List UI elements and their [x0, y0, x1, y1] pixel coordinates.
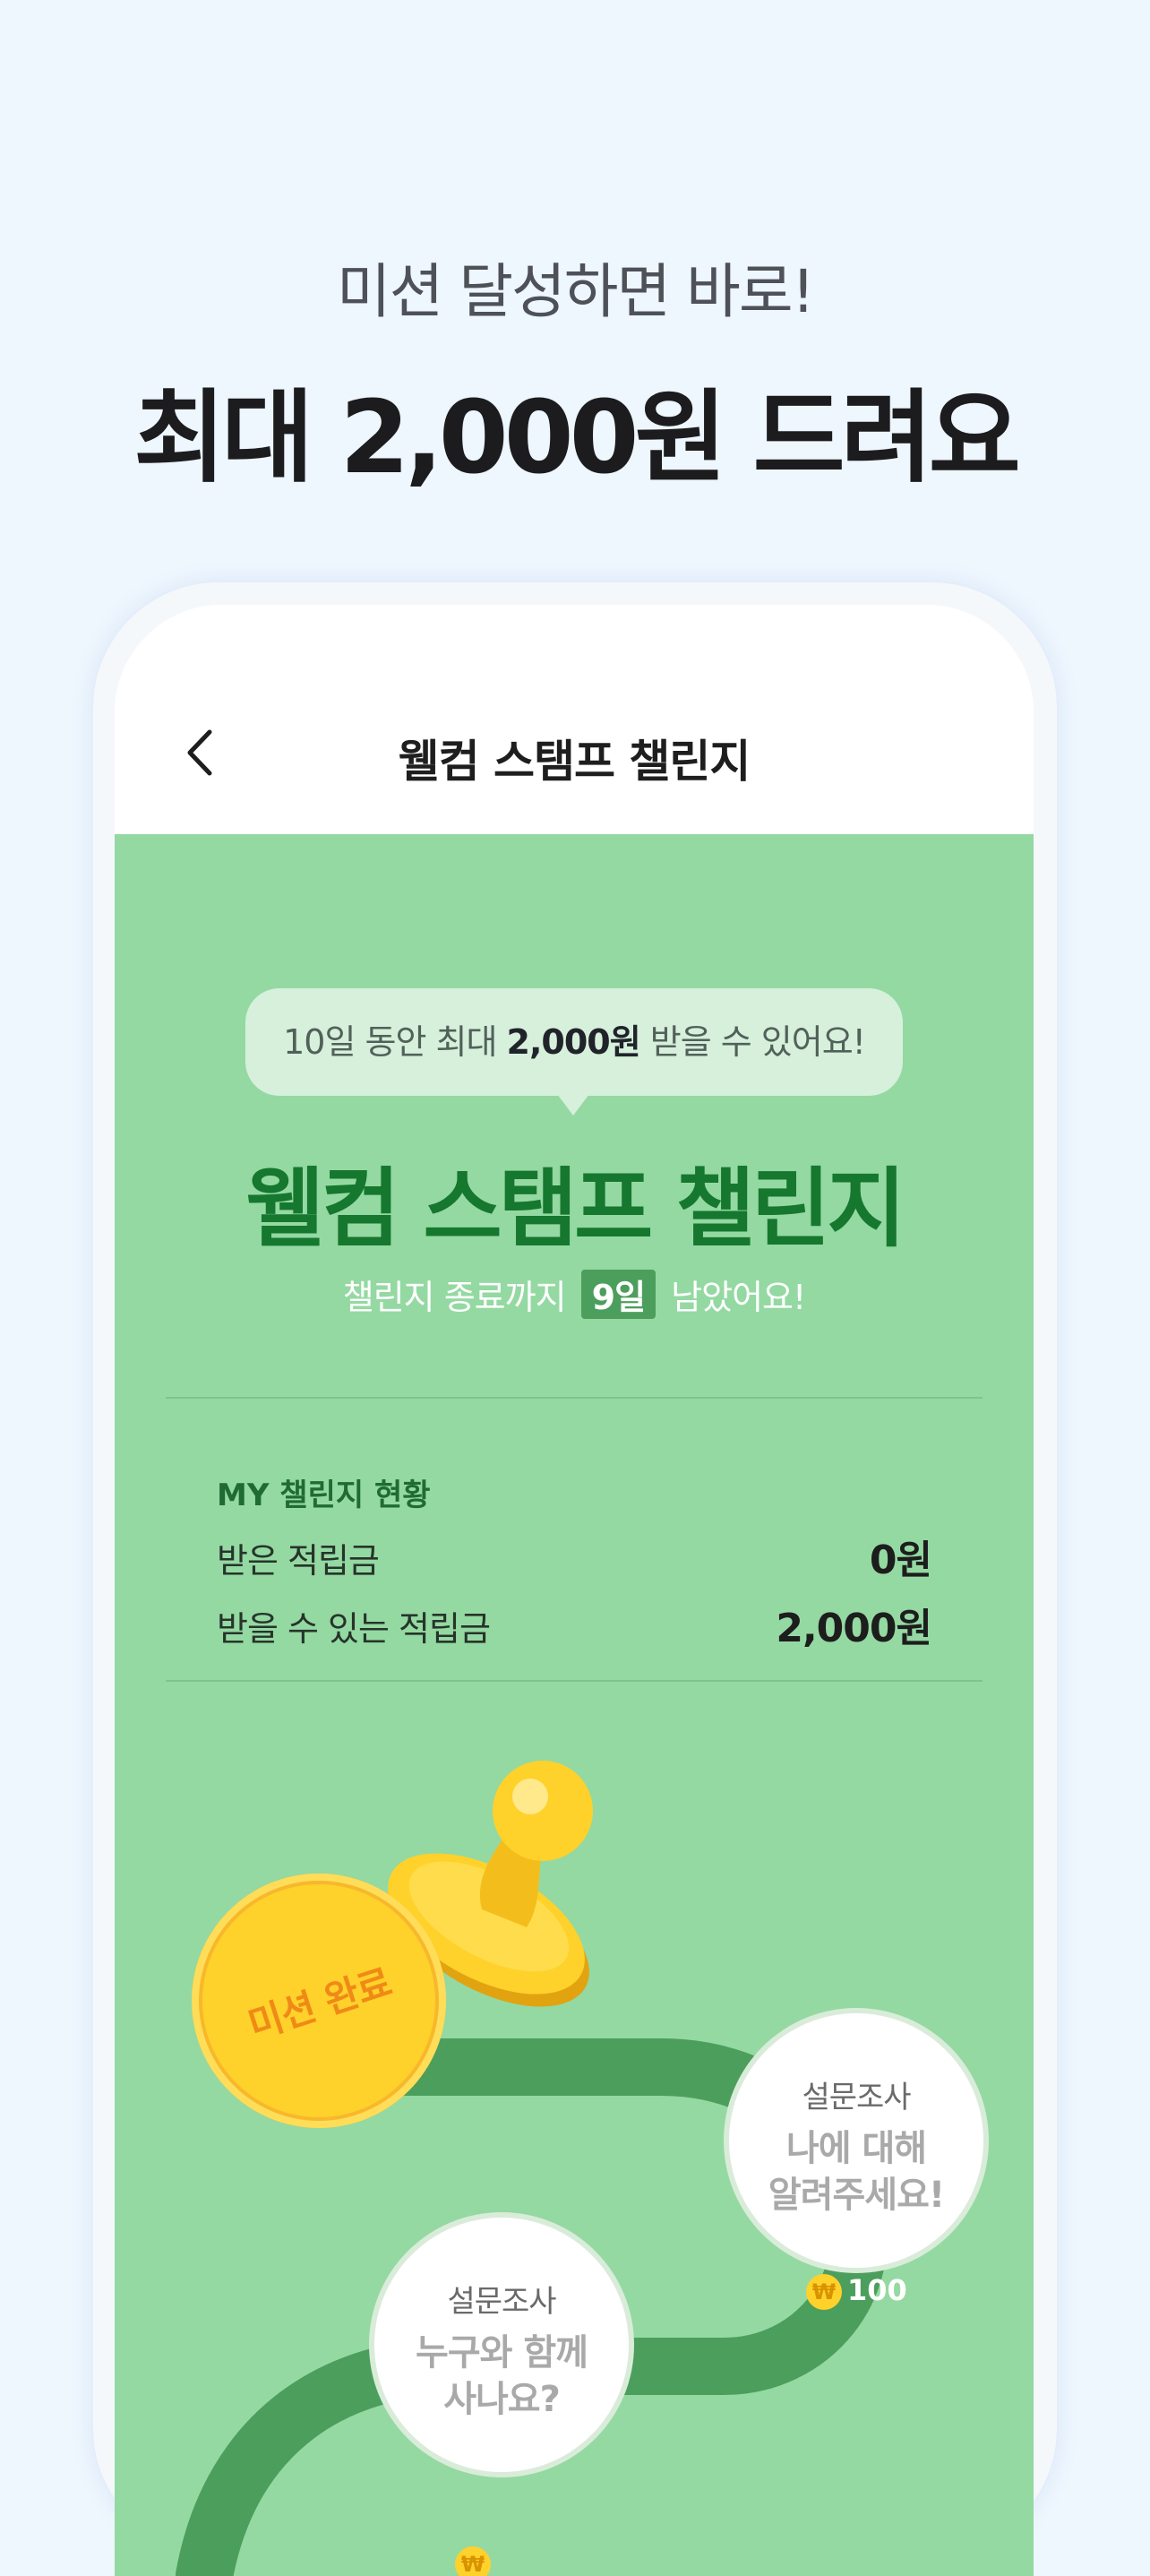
mission-reward-partial: ₩: [455, 2546, 496, 2576]
mission-complete-coin[interactable]: 미션 완료: [192, 1874, 446, 2128]
nav-bar: 웰컴 스탬프 챌린지: [115, 605, 1034, 834]
won-coin-icon: ₩: [806, 2274, 842, 2310]
won-coin-icon: ₩: [455, 2546, 491, 2576]
mission-reward-amount: 100: [847, 2273, 907, 2307]
mission-survey-household[interactable]: 설문조사 누구와 함께 사나요?: [374, 2218, 629, 2472]
phone-screen: 웰컴 스탬프 챌린지 10일 동안 최대 2,000원 받을 수 있어요! 웰컴…: [115, 605, 1034, 2576]
promo-title: 최대 2,000원 드려요: [133, 380, 1021, 496]
mission-category: 설문조사: [802, 2080, 911, 2115]
mission-reward: ₩100: [806, 2273, 907, 2310]
mission-title: 나에 대해 알려주세요!: [768, 2128, 945, 2216]
mission-survey-about-me[interactable]: 설문조사 나에 대해 알려주세요!: [729, 2013, 983, 2268]
nav-title: 웰컴 스탬프 챌린지: [398, 736, 751, 788]
mission-title: 누구와 함께 사나요?: [416, 2332, 588, 2420]
challenge-content: 10일 동안 최대 2,000원 받을 수 있어요! 웰컴 스탬프 챌린지 챌린…: [115, 834, 1034, 2576]
promo-subtitle: 미션 달성하면 바로!: [336, 257, 815, 326]
mission-category: 설문조사: [447, 2284, 556, 2320]
mission-complete-label: 미션 완료: [243, 1960, 397, 2048]
